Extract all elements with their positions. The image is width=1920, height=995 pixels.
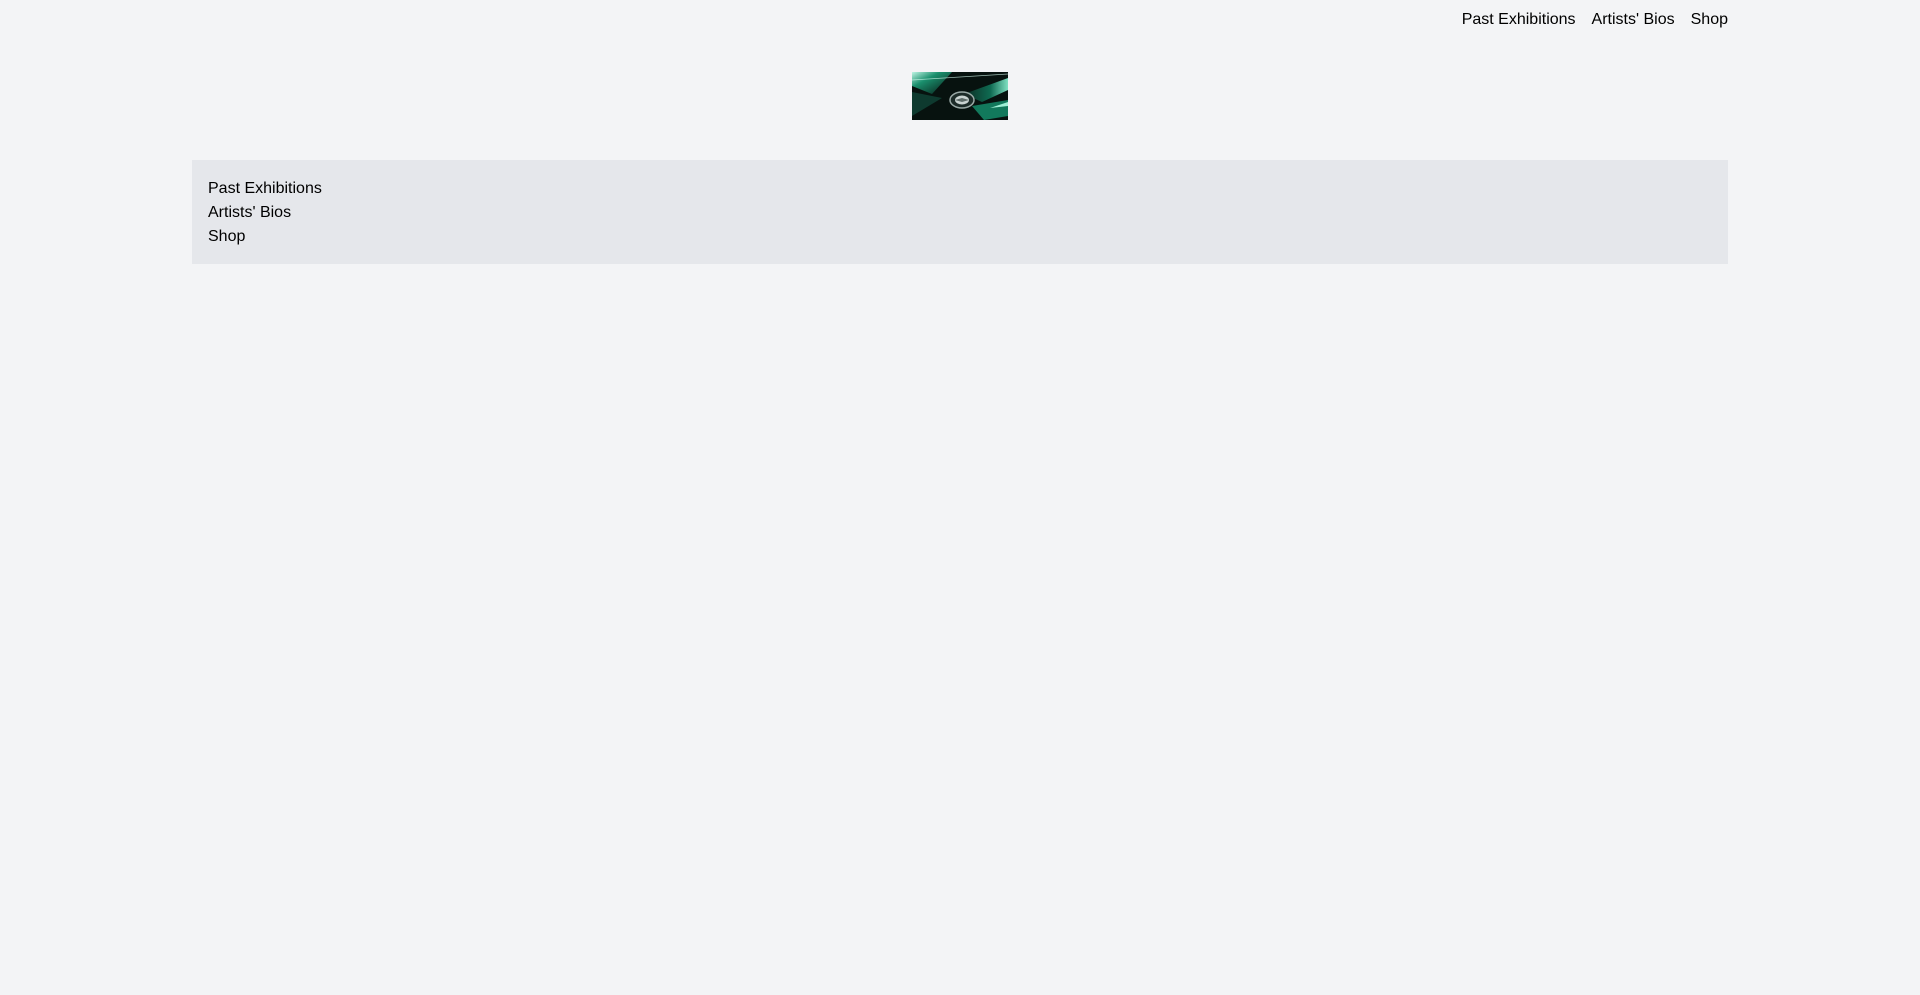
menu-link-shop[interactable]: Shop: [208, 225, 1712, 249]
top-navigation: Past Exhibitions Artists' Bios Shop: [1462, 10, 1728, 30]
nav-link-artists-bios[interactable]: Artists' Bios: [1592, 10, 1675, 30]
nav-link-shop[interactable]: Shop: [1691, 10, 1728, 30]
menu-panel: Past Exhibitions Artists' Bios Shop: [192, 160, 1728, 264]
menu-link-artists-bios[interactable]: Artists' Bios: [208, 201, 1712, 225]
logo-image[interactable]: [912, 72, 1008, 120]
nav-link-past-exhibitions[interactable]: Past Exhibitions: [1462, 10, 1576, 30]
menu-link-past-exhibitions[interactable]: Past Exhibitions: [208, 177, 1712, 201]
